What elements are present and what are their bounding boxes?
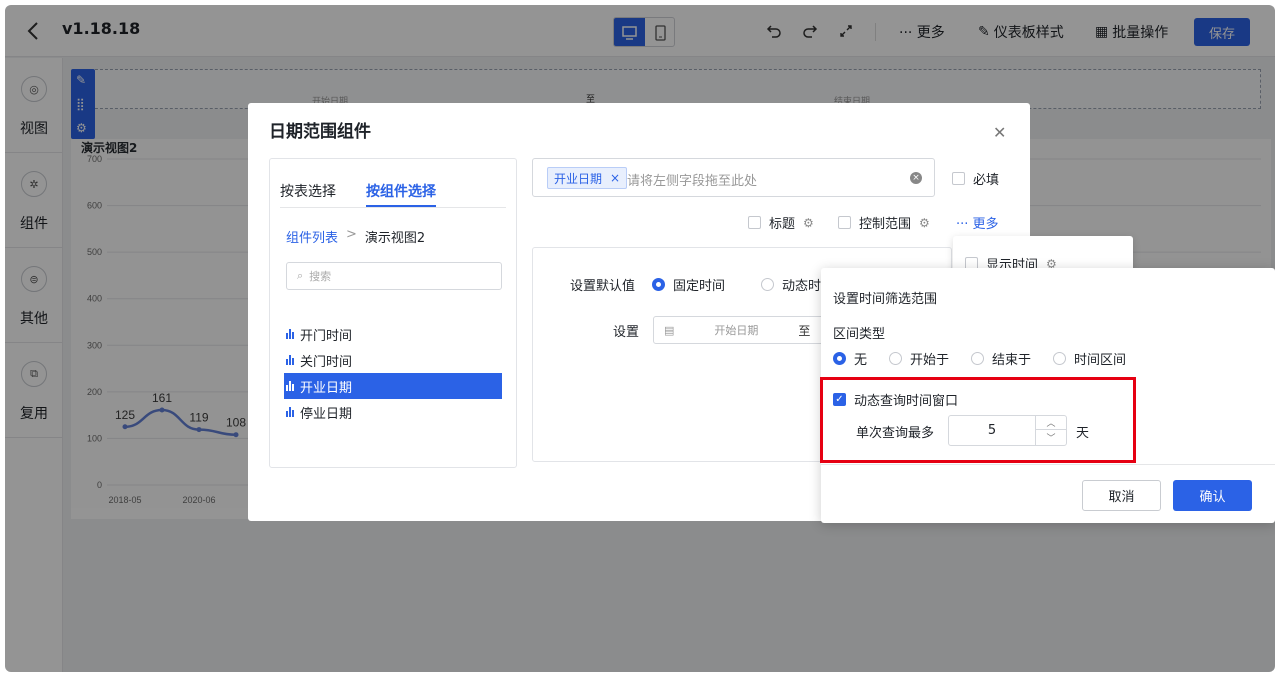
max-days-stepper[interactable]: 5 ︿ ﹀ <box>948 415 1067 446</box>
field-tag: 开业日期 × <box>547 167 628 189</box>
range-type-label-interval: 时间区间 <box>1074 353 1127 368</box>
range-type-radio-group: 无 开始于 结束于 时间区间 <box>833 349 1126 368</box>
popover-title: 设置时间筛选范围 <box>833 292 938 307</box>
gear-icon[interactable]: ⚙ <box>803 216 814 230</box>
bar-chart-icon <box>286 355 294 365</box>
title-option-label: 标题 <box>769 217 796 232</box>
chevron-down-icon[interactable]: ﹀ <box>1036 430 1066 444</box>
start-date-placeholder: 开始日期 <box>714 324 759 337</box>
required-checkbox[interactable]: 必填 <box>952 169 999 188</box>
radio-icon <box>1053 352 1067 365</box>
range-type-end[interactable]: 结束于 <box>971 349 1031 368</box>
field-label: 开业日期 <box>300 380 353 396</box>
max-query-label: 单次查询最多 <box>856 426 935 441</box>
required-label: 必填 <box>973 173 1000 188</box>
search-input[interactable]: ⌕ 搜索 <box>286 262 502 290</box>
bar-chart-icon <box>286 329 294 339</box>
tab-underline <box>366 205 436 207</box>
field-label: 开门时间 <box>300 328 353 344</box>
range-type-none[interactable]: 无 <box>833 349 867 368</box>
calendar-icon: ▤ <box>664 323 675 337</box>
checkmark-icon: ✓ <box>833 393 846 406</box>
field-drop-zone[interactable]: 开业日期 × 请将左侧字段拖至此处 × <box>532 158 935 197</box>
drop-placeholder: 请将左侧字段拖至此处 <box>627 174 758 189</box>
tab-divider <box>280 207 506 208</box>
set-label: 设置 <box>613 325 640 340</box>
tab-by-component[interactable]: 按组件选择 <box>366 181 436 201</box>
range-type-start[interactable]: 开始于 <box>889 349 949 368</box>
dynamic-time-label: 动态时 <box>782 279 822 294</box>
chevron-up-icon[interactable]: ︿ <box>1036 416 1066 430</box>
dialog-title: 日期范围组件 <box>269 122 371 142</box>
range-type-label: 区间类型 <box>833 327 886 342</box>
field-label: 停业日期 <box>300 406 353 422</box>
checkbox-icon <box>748 216 761 229</box>
date-to-text: 至 <box>798 323 811 338</box>
breadcrumb-root-link[interactable]: 组件列表 <box>286 227 338 246</box>
unit-label: 天 <box>1076 426 1090 441</box>
radio-icon <box>761 278 774 291</box>
search-icon: ⌕ <box>297 269 304 282</box>
default-value-label: 设置默认值 <box>570 279 636 294</box>
chevron-right-icon: > <box>346 227 357 242</box>
cancel-button[interactable]: 取消 <box>1082 480 1161 511</box>
control-range-label: 控制范围 <box>859 217 912 232</box>
dynamic-window-label: 动态查询时间窗口 <box>854 394 959 409</box>
list-item-selected[interactable]: 开业日期 <box>284 373 502 399</box>
title-option[interactable]: 标题 ⚙ <box>748 213 814 232</box>
close-icon[interactable]: ✕ <box>993 123 1006 142</box>
field-source-panel: 按表选择 按组件选择 组件列表 > 演示视图2 ⌕ 搜索 开门时间 关门时间 开… <box>269 158 517 468</box>
fixed-time-radio[interactable]: 固定时间 <box>652 275 725 294</box>
list-item[interactable]: 开门时间 <box>284 321 502 347</box>
range-type-label-end: 结束于 <box>992 353 1032 368</box>
confirm-button[interactable]: 确认 <box>1173 480 1252 511</box>
radio-icon <box>833 352 846 365</box>
stepper-controls: ︿ ﹀ <box>1035 416 1066 445</box>
checkbox-icon <box>838 216 851 229</box>
radio-icon <box>889 352 903 365</box>
range-type-interval[interactable]: 时间区间 <box>1053 349 1126 368</box>
breadcrumb: 组件列表 > 演示视图2 <box>286 227 425 246</box>
gear-icon[interactable]: ⚙ <box>919 216 930 230</box>
divider <box>821 464 1275 465</box>
time-range-popover: 设置时间筛选范围 区间类型 无 开始于 结束于 时间区间 ✓ 动态查询时间窗口 … <box>820 268 1275 523</box>
search-placeholder: 搜索 <box>309 270 332 283</box>
checkbox-icon <box>952 172 965 185</box>
radio-icon <box>971 352 985 365</box>
tab-by-table[interactable]: 按表选择 <box>280 181 336 201</box>
field-label: 关门时间 <box>300 354 353 370</box>
clear-icon[interactable]: × <box>910 172 922 184</box>
range-type-label-none: 无 <box>854 353 868 368</box>
tag-remove-icon[interactable]: × <box>610 171 620 185</box>
control-range-option[interactable]: 控制范围 ⚙ <box>838 213 930 232</box>
max-days-value[interactable]: 5 <box>949 416 1035 445</box>
more-options-link[interactable]: ··· 更多 <box>956 213 999 232</box>
fixed-time-label: 固定时间 <box>673 279 726 294</box>
bar-chart-icon <box>286 381 294 391</box>
range-type-label-start: 开始于 <box>910 353 950 368</box>
dynamic-time-radio[interactable]: 动态时 <box>761 275 821 294</box>
bar-chart-icon <box>286 407 294 417</box>
tag-label: 开业日期 <box>554 171 603 186</box>
breadcrumb-current: 演示视图2 <box>364 231 426 246</box>
list-item[interactable]: 关门时间 <box>284 347 502 373</box>
app-window: v1.18.18 ··· 更多 ✎ 仪表板样式 ▦ 批量操作 保存 ◎ 视图 ✲… <box>5 5 1275 672</box>
list-item[interactable]: 停业日期 <box>284 399 502 425</box>
dynamic-window-checkbox[interactable]: ✓ 动态查询时间窗口 <box>833 390 958 409</box>
field-list: 开门时间 关门时间 开业日期 停业日期 <box>284 321 502 425</box>
radio-icon <box>652 278 665 291</box>
